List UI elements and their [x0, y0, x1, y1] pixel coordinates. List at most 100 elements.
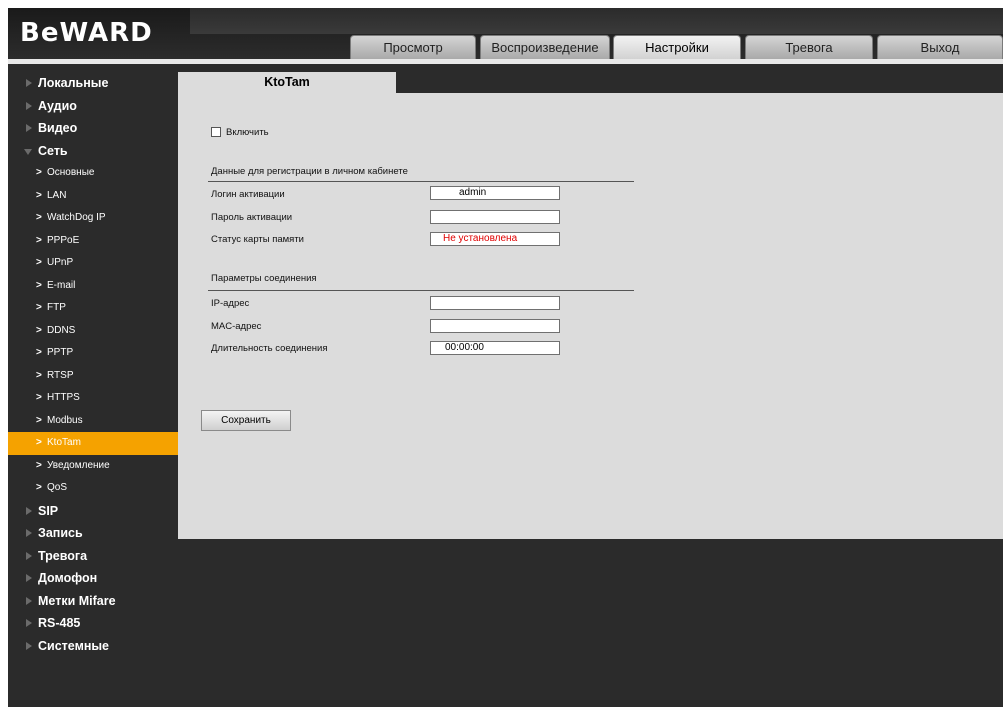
sd-card-status-label: Статус карты памяти — [211, 234, 304, 245]
sidebar-item-record[interactable]: Запись — [8, 522, 180, 545]
sidebar-item-sip[interactable]: SIP — [8, 500, 180, 523]
nav-tab-settings[interactable]: Настройки — [613, 35, 741, 59]
sidebar-item-video[interactable]: Видео — [8, 117, 180, 140]
nav-tab-exit[interactable]: Выход — [877, 35, 1003, 59]
sidebar-subitem-modbus[interactable]: > Modbus — [8, 410, 180, 433]
chevron-right-icon: > — [36, 347, 42, 358]
tab-ktotam[interactable]: KtoTam — [178, 72, 396, 95]
arrow-right-icon — [26, 506, 32, 515]
sidebar-subitem-label: Основные — [47, 167, 95, 178]
login-label: Логин активации — [211, 189, 285, 200]
arrow-right-icon — [26, 574, 32, 582]
sidebar-subitem-ftp[interactable]: > FTP — [8, 297, 180, 320]
connection-section-title: Параметры соединения — [211, 273, 317, 284]
sidebar-item-label: Метки Mifare — [38, 593, 116, 608]
header: BeWARD Просмотр Воспроизведение Настройк… — [8, 8, 1003, 64]
chevron-right-icon: > — [36, 189, 42, 201]
ip-address-field — [430, 296, 560, 310]
sidebar-subitem-label: PPTP — [47, 347, 74, 358]
chevron-right-icon: > — [36, 437, 42, 448]
sidebar-subitem-https[interactable]: > HTTPS — [8, 387, 180, 410]
login-field[interactable]: admin — [430, 186, 560, 200]
chevron-right-icon: > — [36, 212, 42, 223]
sidebar-subitem-email[interactable]: > E-mail — [8, 275, 180, 298]
sidebar-subitem-label: Уведомление — [47, 459, 110, 471]
sidebar-item-network[interactable]: Сеть — [8, 140, 180, 163]
sidebar-subitem-notification[interactable]: > Уведомление — [8, 455, 180, 478]
sidebar-subitem-lan[interactable]: > LAN — [8, 185, 180, 208]
ip-address-label: IP-адрес — [211, 298, 250, 309]
arrow-right-icon — [26, 641, 32, 650]
enable-checkbox[interactable] — [211, 127, 221, 137]
nav-tab-view[interactable]: Просмотр — [350, 35, 476, 59]
chevron-right-icon: > — [36, 302, 42, 313]
sidebar-item-intercom[interactable]: Домофон — [8, 567, 180, 590]
password-field[interactable] — [430, 210, 560, 224]
sidebar-subitem-ktotam[interactable]: > KtoTam — [8, 432, 178, 455]
chevron-right-icon: > — [36, 459, 42, 471]
enable-label: Включить — [226, 127, 269, 138]
sidebar-item-label: Тревога — [38, 548, 88, 563]
sidebar-item-system[interactable]: Системные — [8, 635, 180, 658]
sidebar-subitem-basic[interactable]: > Основные — [8, 162, 180, 185]
nav-underline — [8, 59, 1003, 64]
sidebar-item-audio[interactable]: Аудио — [8, 95, 180, 118]
sidebar-subitem-ddns[interactable]: > DDNS — [8, 320, 180, 343]
sidebar-item-mifare-tags[interactable]: Метки Mifare — [8, 590, 180, 613]
chevron-right-icon: > — [36, 257, 42, 268]
sidebar-item-label: RS-485 — [38, 616, 81, 630]
chevron-right-icon: > — [36, 369, 42, 381]
sidebar-subitem-label: HTTPS — [47, 392, 80, 403]
mac-address-field — [430, 319, 560, 333]
sidebar-item-alarm[interactable]: Тревога — [8, 545, 180, 568]
registration-section-title: Данные для регистрации в личном кабинете — [211, 166, 408, 177]
sidebar-subitem-rtsp[interactable]: > RTSP — [8, 365, 180, 388]
app-frame: BeWARD Просмотр Воспроизведение Настройк… — [8, 8, 1003, 707]
chevron-right-icon: > — [36, 482, 42, 493]
settings-panel: KtoTam Включить Данные для регистрации в… — [178, 72, 1003, 539]
sidebar-subitem-label: LAN — [47, 189, 67, 201]
sidebar-item-label: SIP — [38, 503, 59, 518]
sidebar-item-label: Запись — [38, 526, 83, 540]
sidebar-item-rs485[interactable]: RS-485 — [8, 612, 180, 635]
header-band — [190, 8, 1003, 34]
sidebar-subitem-label: Modbus — [47, 414, 83, 426]
sidebar-subitem-label: QoS — [47, 482, 68, 493]
connection-duration-field: 00:00:00 — [430, 341, 560, 355]
sidebar-subitem-qos[interactable]: > QoS — [8, 477, 180, 500]
section-divider — [208, 290, 634, 291]
sidebar-item-label: Сеть — [38, 143, 68, 158]
arrow-right-icon — [26, 79, 32, 87]
arrow-right-icon — [26, 529, 32, 537]
arrow-right-icon — [26, 596, 32, 605]
nav-tab-alarm[interactable]: Тревога — [745, 35, 873, 59]
sidebar-item-label: Системные — [38, 638, 109, 653]
sd-card-status-field: Не установлена — [430, 232, 560, 246]
sidebar-subitem-watchdog-ip[interactable]: > WatchDog IP — [8, 207, 180, 230]
sidebar: Локальные Аудио Видео Сеть > Основные > LA… — [8, 72, 180, 657]
mac-address-label: MAC-адрес — [211, 321, 262, 332]
sidebar-subitem-label: DDNS — [47, 324, 76, 336]
sidebar-subitem-label: E-mail — [47, 279, 76, 291]
sidebar-item-label: Домофон — [38, 571, 98, 585]
chevron-right-icon: > — [36, 392, 42, 403]
arrow-down-icon — [24, 148, 32, 155]
arrow-right-icon — [26, 619, 32, 627]
arrow-right-icon — [26, 124, 32, 132]
brand-logo: BeWARD — [20, 18, 153, 48]
sidebar-item-local[interactable]: Локальные — [8, 72, 180, 95]
sidebar-subitem-label: UPnP — [47, 257, 74, 268]
sidebar-subitem-upnp[interactable]: > UPnP — [8, 252, 180, 275]
save-button[interactable]: Сохранить — [201, 410, 291, 431]
chevron-right-icon: > — [36, 324, 42, 336]
chevron-right-icon: > — [36, 234, 42, 246]
sidebar-subitem-pptp[interactable]: > PPTP — [8, 342, 180, 365]
sidebar-item-label: Аудио — [38, 98, 77, 113]
sidebar-subitem-label: RTSP — [47, 369, 74, 381]
chevron-right-icon: > — [36, 279, 42, 291]
nav-tab-playback[interactable]: Воспроизведение — [480, 35, 610, 59]
arrow-right-icon — [26, 551, 32, 560]
chevron-right-icon: > — [36, 167, 42, 178]
sidebar-subitem-pppoe[interactable]: > PPPoE — [8, 230, 180, 253]
chevron-right-icon: > — [36, 414, 42, 426]
